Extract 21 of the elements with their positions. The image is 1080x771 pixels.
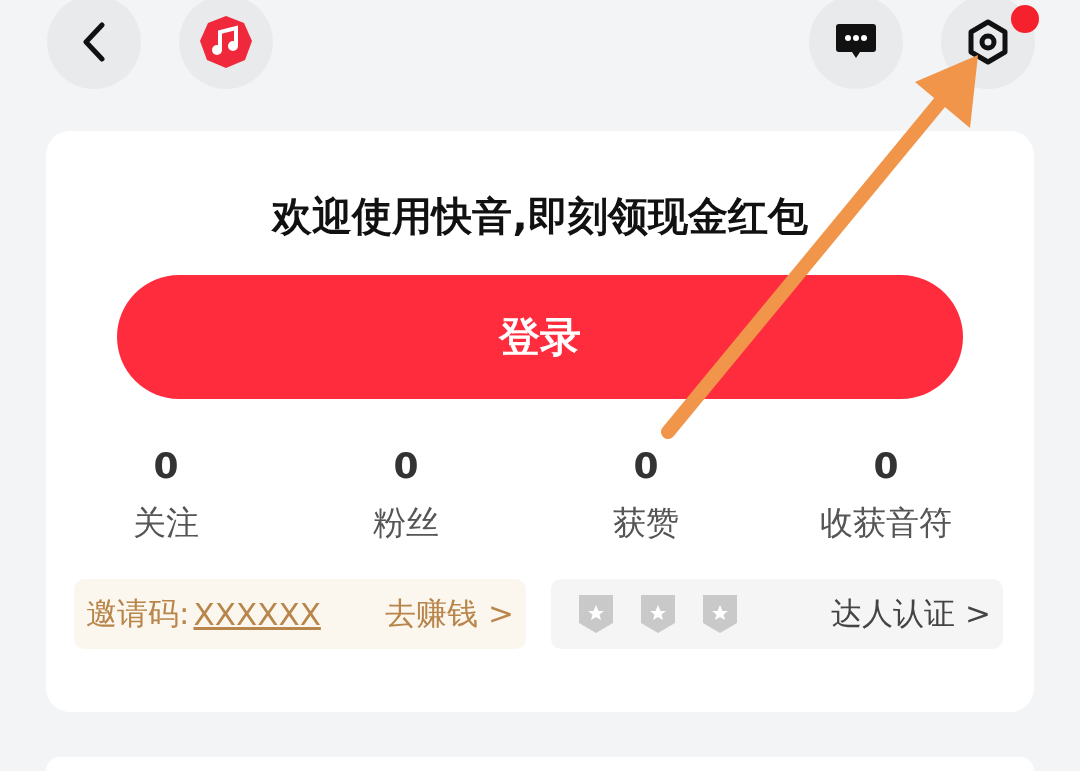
stat-label: 关注 xyxy=(133,502,199,544)
invite-label: 邀请码: xyxy=(86,594,190,633)
certification-panel[interactable]: 达人认证 > xyxy=(551,579,1003,649)
stat-label: 获赞 xyxy=(613,502,679,544)
stat-label: 粉丝 xyxy=(373,502,439,544)
invite-code-link[interactable]: XXXXXX xyxy=(193,596,321,632)
stat-value: 0 xyxy=(153,444,179,488)
stat-value: 0 xyxy=(873,444,899,488)
stat-value: 0 xyxy=(633,444,659,488)
settings-icon xyxy=(967,19,1009,65)
badge-icon xyxy=(577,593,615,635)
back-icon xyxy=(82,22,106,62)
badge-icon xyxy=(639,593,677,635)
login-button[interactable]: 登录 xyxy=(117,275,963,399)
stat-label: 收获音符 xyxy=(820,502,952,544)
music-note-icon xyxy=(198,14,254,70)
earn-money-link[interactable]: 去赚钱 > xyxy=(385,593,514,635)
welcome-headline: 欢迎使用快音,即刻领现金红包 xyxy=(270,192,809,241)
badge-icon xyxy=(701,593,739,635)
stat-value: 0 xyxy=(393,444,419,488)
certification-label: 达人认证 > xyxy=(831,594,991,633)
